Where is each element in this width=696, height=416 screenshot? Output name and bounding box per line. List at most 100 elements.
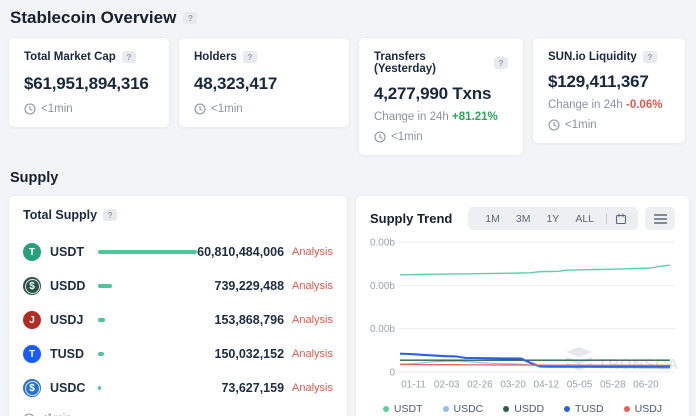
svg-text:04-12: 04-12 [534, 380, 560, 391]
stats-row: Total Market Cap ? $61,951,894,316 <1min… [8, 37, 688, 156]
supply-row: Total Supply ? T USDT 60,810,484,006 Ana… [8, 195, 688, 416]
analysis-link[interactable]: Analysis [292, 280, 333, 292]
coin-supply-value: 150,032,152 [215, 347, 285, 361]
svg-text:06-20: 06-20 [633, 380, 659, 391]
calendar-icon[interactable] [613, 213, 629, 225]
change-value: +81.21% [452, 111, 498, 123]
stat-title: SUN.io Liquidity [548, 51, 637, 63]
supply-trend-chart[interactable]: 90.00b40.00b10.00b0TRONSCAN01-1102-0302-… [370, 234, 675, 401]
change-label: Change in 24h [548, 99, 623, 111]
stat-card-transfers: Transfers (Yesterday) ? 4,277,990 Txns C… [358, 37, 524, 156]
hamburger-icon [654, 214, 667, 224]
supply-bar [98, 284, 112, 288]
updated-text: <1min [565, 119, 597, 131]
help-icon[interactable]: ? [643, 51, 657, 63]
range-1y-button[interactable]: 1Y [538, 213, 567, 225]
svg-text:40.00b: 40.00b [370, 281, 395, 292]
supply-trend-card: Supply Trend 1M 3M 1Y ALL [355, 195, 690, 416]
legend-item-tusd[interactable]: TUSD [564, 403, 604, 415]
supply-trend-title: Supply Trend [370, 211, 452, 226]
page-help-icon[interactable]: ? [183, 12, 197, 24]
updated-text: <1min [41, 103, 73, 115]
usdj-icon: J [23, 311, 41, 329]
legend-label: USDJ [635, 403, 662, 415]
help-icon[interactable]: ? [103, 209, 117, 221]
legend-label: USDD [514, 403, 544, 415]
stat-value: 4,277,990 Txns [374, 84, 508, 104]
stat-value: 48,323,417 [194, 74, 334, 94]
analysis-link[interactable]: Analysis [292, 314, 333, 326]
legend-item-usdt[interactable]: USDT [383, 403, 423, 415]
range-1m-button[interactable]: 1M [477, 213, 508, 225]
svg-text:TRONSCAN: TRONSCAN [598, 356, 677, 373]
coin-symbol: USDT [50, 245, 92, 259]
stat-title: Holders [194, 51, 237, 63]
stat-card-holders: Holders ? 48,323,417 <1min [178, 37, 350, 128]
clock-icon [548, 119, 560, 131]
legend-label: USDT [394, 403, 423, 415]
coin-supply-value: 739,229,488 [215, 279, 285, 293]
help-icon[interactable]: ? [494, 57, 508, 69]
stablecoin-overview-page: Stablecoin Overview ? Total Market Cap ?… [0, 0, 696, 416]
change-label: Change in 24h [374, 111, 449, 123]
usdt-icon: T [23, 243, 41, 261]
legend-dot [443, 406, 449, 412]
legend-item-usdd[interactable]: USDD [503, 403, 544, 415]
help-icon[interactable]: ? [243, 51, 257, 63]
stat-title: Transfers (Yesterday) [374, 51, 488, 75]
stat-title: Total Market Cap [24, 51, 116, 63]
svg-text:90.00b: 90.00b [370, 238, 395, 249]
help-icon[interactable]: ? [122, 51, 136, 63]
updated-row: <1min [374, 131, 508, 143]
coin-supply-value: 73,627,159 [221, 381, 284, 395]
supply-row-usdd: $ USDD 739,229,488 Analysis [23, 269, 333, 303]
legend-item-usdc[interactable]: USDC [443, 403, 484, 415]
tusd-icon: T [23, 345, 41, 363]
supply-bar [98, 250, 197, 254]
coin-symbol: USDD [50, 279, 92, 293]
supply-bar [98, 352, 104, 356]
updated-row: <1min [24, 103, 154, 115]
coin-symbol: USDJ [50, 313, 92, 327]
analysis-link[interactable]: Analysis [292, 348, 333, 360]
analysis-link[interactable]: Analysis [292, 246, 333, 258]
page-title: Stablecoin Overview [10, 8, 176, 28]
total-supply-title: Total Supply [23, 208, 97, 222]
total-supply-card: Total Supply ? T USDT 60,810,484,006 Ana… [8, 195, 348, 416]
supply-bar [98, 318, 105, 322]
svg-text:05-05: 05-05 [567, 380, 593, 391]
range-divider [606, 213, 607, 224]
supply-section-title: Supply [10, 170, 688, 186]
svg-text:01-11: 01-11 [401, 380, 426, 391]
trend-controls: 1M 3M 1Y ALL [468, 207, 675, 230]
updated-text: <1min [211, 103, 243, 115]
page-header: Stablecoin Overview ? [10, 8, 688, 28]
range-selector: 1M 3M 1Y ALL [468, 207, 638, 230]
trend-chart-svg: 90.00b40.00b10.00b0TRONSCAN01-1102-0302-… [370, 234, 677, 396]
legend-label: TUSD [575, 403, 604, 415]
legend-dot [503, 406, 509, 412]
supply-row-usdj: J USDJ 153,868,796 Analysis [23, 303, 333, 337]
legend-dot [564, 406, 570, 412]
chart-menu-button[interactable] [645, 207, 675, 230]
supply-row-usdc: $ USDC 73,627,159 Analysis [23, 371, 333, 405]
legend-dot [624, 406, 630, 412]
change-row: Change in 24h -0.06% [548, 99, 670, 111]
supply-bar [98, 386, 101, 390]
stat-value: $129,411,367 [548, 72, 670, 92]
legend-label: USDC [454, 403, 484, 415]
analysis-link[interactable]: Analysis [292, 382, 333, 394]
updated-row: <1min [548, 119, 670, 131]
stat-card-sunio-liquidity: SUN.io Liquidity ? $129,411,367 Change i… [532, 37, 686, 144]
range-3m-button[interactable]: 3M [508, 213, 539, 225]
range-all-button[interactable]: ALL [567, 213, 602, 225]
coin-supply-value: 60,810,484,006 [197, 245, 284, 259]
legend-item-usdj[interactable]: USDJ [624, 403, 662, 415]
supply-row-usdt: T USDT 60,810,484,006 Analysis [23, 235, 333, 269]
clock-icon [374, 131, 386, 143]
svg-text:0: 0 [389, 368, 395, 379]
coin-symbol: USDC [50, 381, 92, 395]
usdd-icon: $ [23, 277, 41, 295]
updated-text: <1min [391, 131, 423, 143]
coin-supply-value: 153,868,796 [215, 313, 285, 327]
